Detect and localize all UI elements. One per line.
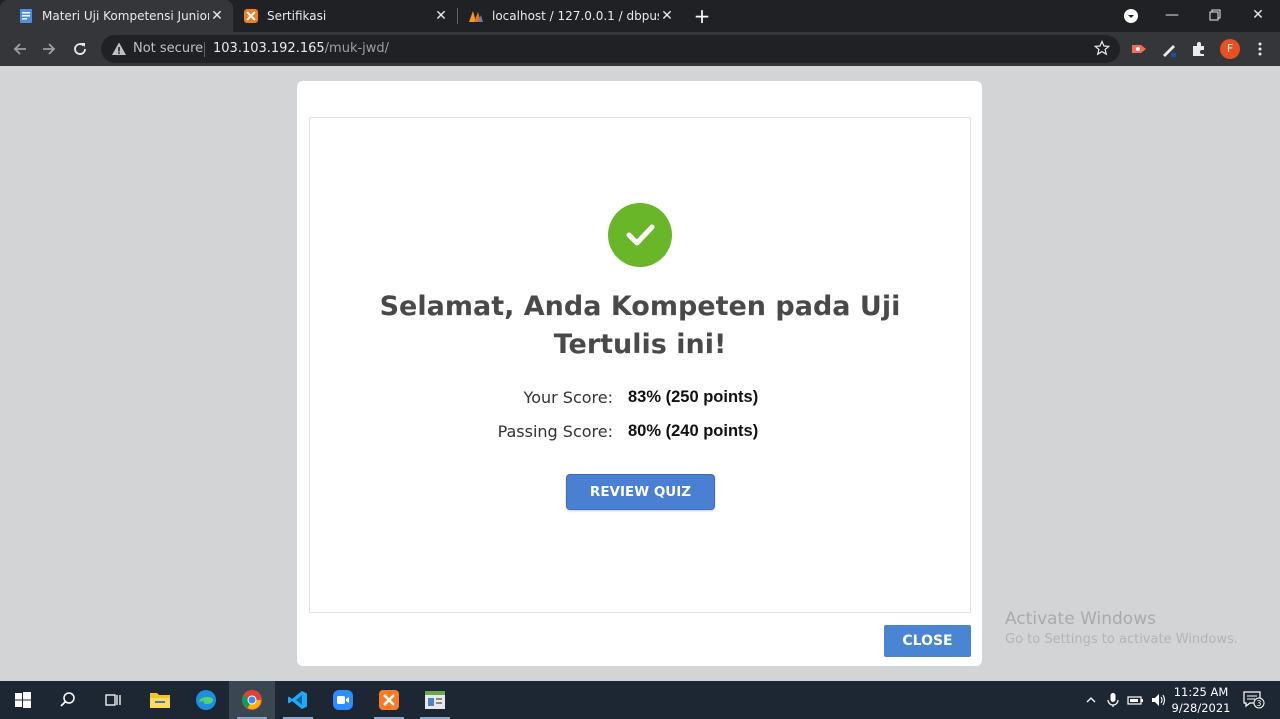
volume-tray[interactable] [1150, 691, 1168, 709]
restore-icon [1209, 9, 1221, 21]
arrow-right-icon [43, 43, 56, 55]
close-icon: ✕ [1252, 7, 1264, 23]
taskbar-file-explorer[interactable] [137, 681, 183, 719]
search-button[interactable] [45, 681, 91, 719]
tab-search-button[interactable] [1109, 0, 1153, 32]
profile-button[interactable]: F [1218, 37, 1242, 61]
checkmark-icon [626, 224, 655, 246]
pen-extension-icon [1163, 45, 1176, 57]
screencast-extension-icon [1132, 45, 1146, 53]
extension-button[interactable] [1127, 37, 1151, 61]
chrome-icon [241, 690, 262, 710]
passing-score-label: Passing Score: [497, 422, 613, 441]
close-tab-icon[interactable]: ✕ [209, 8, 225, 24]
taskbar-edge[interactable] [183, 681, 229, 719]
taskbar-xampp[interactable] [366, 681, 412, 719]
xampp-icon [244, 9, 258, 23]
passing-score-row: Passing Score: 80% (240 points) [310, 420, 970, 444]
address-divider [204, 42, 205, 57]
close-button[interactable]: CLOSE [884, 625, 971, 657]
bookmark-star-icon[interactable] [1094, 40, 1110, 56]
microphone-icon [1107, 693, 1119, 707]
browser-menu-button[interactable] [1248, 37, 1272, 61]
warning-icon[interactable] [111, 41, 127, 57]
activation-watermark-subtitle: Go to Settings to activate Windows. [1005, 632, 1238, 647]
zoom-icon [333, 690, 353, 710]
reload-button[interactable] [68, 37, 92, 61]
restore-button[interactable] [1193, 0, 1237, 32]
task-view-icon [105, 694, 121, 706]
url-path: /muk-jwd/ [324, 41, 390, 56]
tab-phpmyadmin[interactable]: localhost / 127.0.0.1 / dbpus / ad ✕ [450, 0, 683, 32]
close-window-button[interactable]: ✕ [1236, 0, 1280, 32]
tab-strip: Materi Uji Kompetensi Junior We ✕ Sertif… [0, 0, 1280, 32]
review-quiz-button[interactable]: REVIEW QUIZ [566, 474, 715, 510]
xampp-icon [379, 690, 399, 710]
extension-button[interactable] [1157, 37, 1181, 61]
action-center-button[interactable]: 3 [1242, 691, 1266, 709]
battery-icon [1127, 696, 1143, 705]
tab-title: localhost / 127.0.0.1 / dbpus / ad [492, 9, 659, 23]
avatar: F [1220, 39, 1240, 59]
phpmyadmin-icon [469, 11, 483, 22]
notification-count: 3 [1257, 699, 1262, 708]
chevron-up-icon [1086, 697, 1096, 703]
taskbar-vscode[interactable] [275, 681, 321, 719]
result-headline: Selamat, Anda Kompeten pada Uji Tertulis… [379, 291, 901, 360]
clock-date: 9/28/2021 [1171, 701, 1231, 715]
task-view-button[interactable] [90, 681, 136, 719]
activation-watermark-title: Activate Windows [1005, 609, 1156, 629]
address-bar[interactable]: Not secure 103.103.192.165/muk-jwd/ [101, 35, 1120, 63]
close-tab-icon[interactable]: ✕ [659, 8, 675, 24]
tab-title: Materi Uji Kompetensi Junior We [42, 9, 209, 23]
search-icon [60, 692, 75, 707]
your-score-label: Your Score: [523, 388, 613, 407]
power-tray[interactable] [1127, 691, 1145, 709]
tab-materi[interactable]: Materi Uji Kompetensi Junior We ✕ [0, 0, 233, 32]
url-text[interactable]: 103.103.192.165/muk-jwd/ [213, 41, 389, 56]
kebab-menu-icon [1258, 42, 1262, 56]
minimize-button[interactable]: — [1150, 0, 1194, 32]
taskbar-clock[interactable]: 11:25 AM 9/28/2021 [1168, 684, 1234, 716]
security-label[interactable]: Not secure [133, 41, 203, 56]
taskbar-chrome[interactable] [229, 681, 275, 719]
arrow-left-icon [13, 43, 26, 55]
notification-icon: 3 [1243, 691, 1265, 709]
taskbar-app-window[interactable] [412, 681, 458, 719]
edge-icon [196, 690, 216, 710]
result-panel: Selamat, Anda Kompeten pada Uji Tertulis… [309, 117, 971, 613]
success-badge [608, 203, 672, 267]
taskbar-zoom[interactable] [320, 681, 366, 719]
file-explorer-icon [150, 693, 170, 708]
new-tab-button[interactable]: + [690, 4, 714, 28]
back-button[interactable] [8, 37, 32, 61]
vscode-icon [288, 691, 307, 709]
app-window-icon [425, 691, 445, 709]
your-score-row: Your Score: 83% (250 points) [310, 386, 970, 410]
microphone-tray[interactable] [1104, 691, 1122, 709]
show-hidden-icons[interactable] [1082, 691, 1100, 709]
taskbar: 11:25 AM 9/28/2021 3 [0, 681, 1280, 719]
reload-icon [74, 43, 86, 55]
clock-time: 11:25 AM [1173, 685, 1229, 699]
browser-toolbar: Not secure 103.103.192.165/muk-jwd/ F [0, 32, 1280, 66]
close-tab-icon[interactable]: ✕ [433, 8, 449, 24]
chevron-down-icon [1124, 9, 1138, 23]
quiz-result-modal: Selamat, Anda Kompeten pada Uji Tertulis… [297, 81, 982, 666]
puzzle-icon [1193, 42, 1204, 56]
start-icon [15, 692, 31, 708]
url-host: 103.103.192.165 [213, 41, 325, 56]
tab-sertifikasi[interactable]: Sertifikasi ✕ [225, 0, 457, 32]
minimize-icon: — [1165, 7, 1179, 23]
start-button[interactable] [0, 681, 46, 719]
passing-score-value: 80% (240 points) [628, 422, 759, 440]
forward-button[interactable] [37, 37, 61, 61]
tab-title: Sertifikasi [267, 9, 327, 23]
extensions-menu-button[interactable] [1187, 37, 1211, 61]
speaker-icon [1152, 694, 1166, 706]
page-icon [20, 9, 32, 23]
your-score-value: 83% (250 points) [628, 388, 759, 406]
